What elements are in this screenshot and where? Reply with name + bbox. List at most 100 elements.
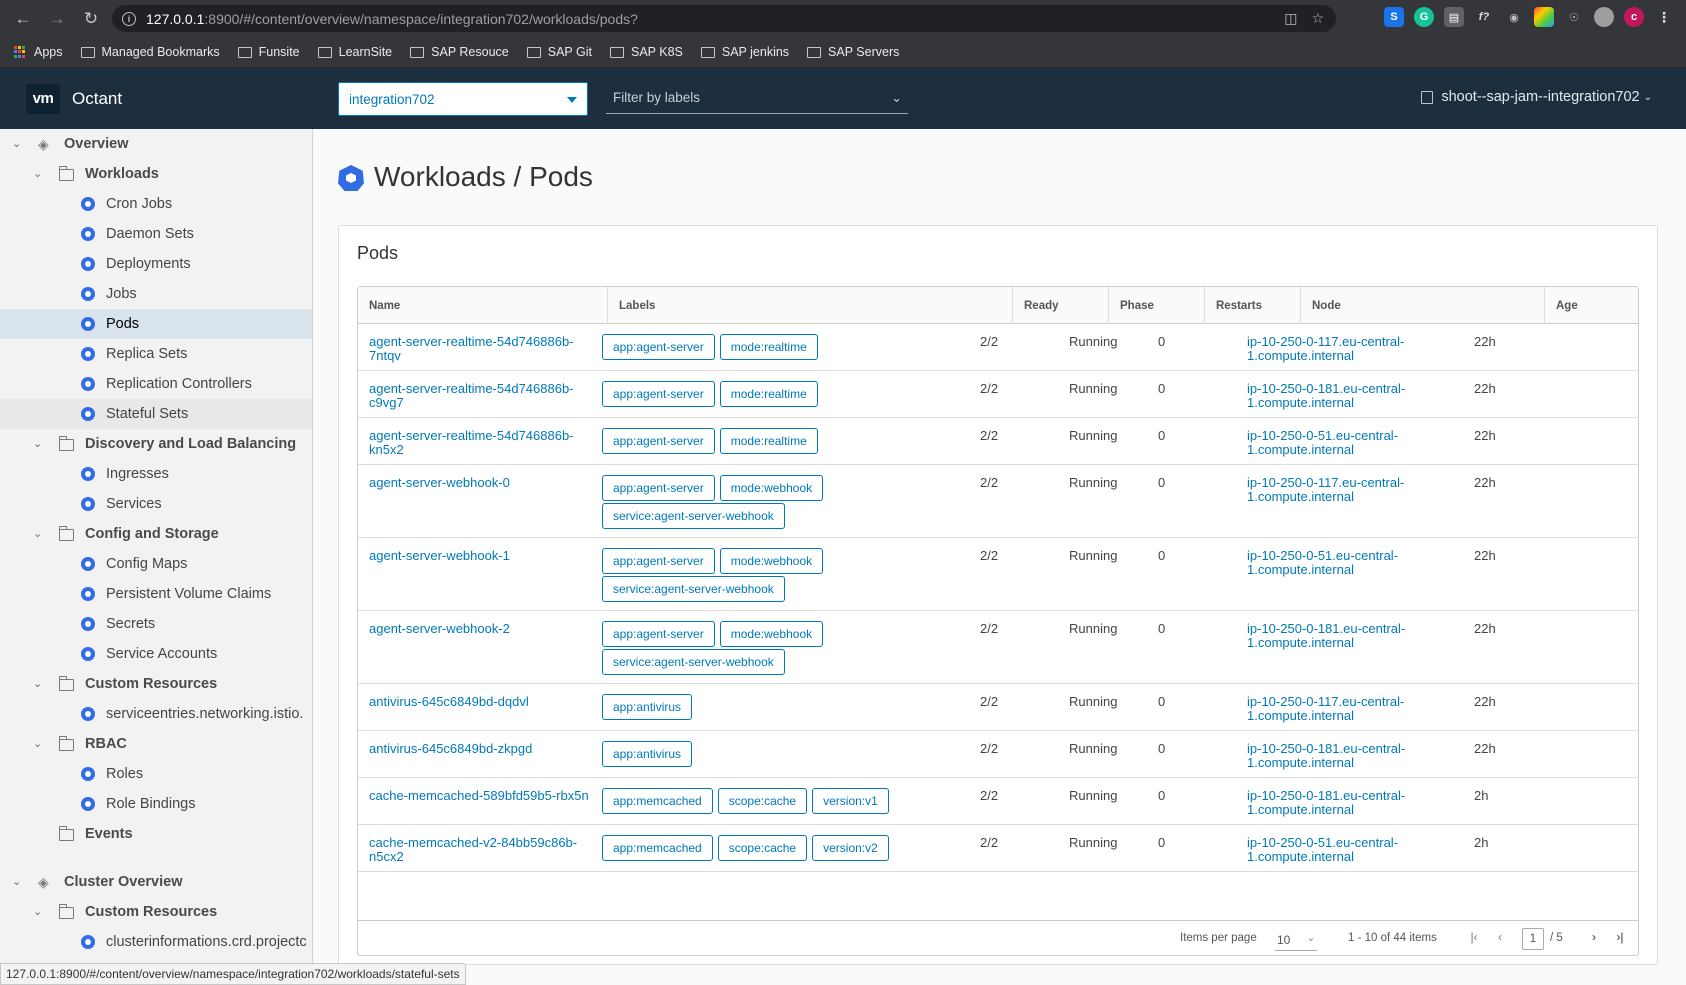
address-bar[interactable]: i 127.0.0.1:8900/#/content/overview/name… — [112, 5, 1336, 32]
namespace-select[interactable]: integration702 — [338, 82, 588, 116]
bookmark-folder[interactable]: Managed Bookmarks — [80, 45, 220, 59]
label-chip[interactable]: mode:realtime — [719, 428, 818, 454]
site-info-icon[interactable]: i — [122, 11, 136, 26]
label-chip[interactable]: version:v1 — [812, 788, 889, 814]
label-chip[interactable]: app:memcached — [602, 835, 713, 861]
column-header-labels[interactable]: Labels — [608, 287, 1013, 324]
label-chip[interactable]: mode:webhook — [719, 621, 824, 647]
back-arrow-icon[interactable]: ← — [12, 8, 34, 30]
label-chip[interactable]: app:antivirus — [602, 741, 693, 767]
bookmark-star-icon[interactable]: ☆ — [1311, 10, 1324, 27]
sidebar-item-workloads[interactable]: ⌄ Workloads — [0, 159, 312, 189]
sidebar-item-roles[interactable]: Roles — [0, 759, 312, 789]
column-header-name[interactable]: Name — [358, 287, 608, 324]
sidebar-item-clusterinformations[interactable]: clusterinformations.crd.projectc — [0, 927, 312, 957]
sidebar-item-custom-resources[interactable]: ⌄ Custom Resources — [0, 669, 312, 699]
profile-avatar[interactable]: c — [1624, 7, 1644, 27]
current-page-input[interactable]: 1 — [1522, 928, 1544, 950]
label-chip[interactable]: app:agent-server — [602, 621, 715, 647]
extension-camera-icon[interactable]: ◉ — [1504, 7, 1524, 27]
previous-page-icon[interactable]: ‹ — [1492, 930, 1508, 944]
extension-grammarly-icon[interactable]: G — [1414, 7, 1434, 27]
pod-name-link[interactable]: agent-server-realtime-54d746886b-kn5x2 — [369, 429, 591, 457]
sidebar-item-replication-controllers[interactable]: Replication Controllers — [0, 369, 312, 399]
pod-name-link[interactable]: cache-memcached-589bfd59b5-rbx5n — [369, 789, 591, 803]
column-header-restarts[interactable]: Restarts — [1205, 287, 1301, 324]
node-link[interactable]: ip-10-250-0-51.eu-central-1.compute.inte… — [1247, 429, 1417, 457]
extension-globe-icon[interactable]: ☉ — [1564, 7, 1584, 27]
label-chip[interactable]: app:agent-server — [602, 428, 715, 454]
label-chip[interactable]: service:agent-server-webhook — [602, 503, 785, 529]
node-link[interactable]: ip-10-250-0-117.eu-central-1.compute.int… — [1247, 335, 1417, 363]
pod-name-link[interactable]: agent-server-webhook-1 — [369, 549, 591, 563]
bookmark-apps[interactable]: Apps — [14, 45, 63, 59]
sidebar-item-config-maps[interactable]: Config Maps — [0, 549, 312, 579]
pod-name-link[interactable]: agent-server-webhook-0 — [369, 476, 591, 490]
extension-doc-icon[interactable]: ▤ — [1444, 7, 1464, 27]
label-chip[interactable]: app:memcached — [602, 788, 713, 814]
sidebar-item-events[interactable]: Events — [0, 819, 312, 849]
label-filter-input[interactable]: Filter by labels ⌄ — [606, 82, 908, 114]
bookmark-folder[interactable]: LearnSite — [317, 45, 392, 59]
pod-name-link[interactable]: agent-server-realtime-54d746886b-c9vg7 — [369, 382, 591, 410]
forward-arrow-icon[interactable]: → — [46, 8, 68, 30]
sidebar-item-service-accounts[interactable]: Service Accounts — [0, 639, 312, 669]
label-chip[interactable]: mode:webhook — [719, 548, 824, 574]
bookmark-folder[interactable]: SAP Resouce — [410, 45, 509, 59]
bookmark-folder[interactable]: SAP Git — [526, 45, 592, 59]
sidebar-item-daemon-sets[interactable]: Daemon Sets — [0, 219, 312, 249]
cast-icon[interactable]: ◫ — [1284, 10, 1297, 27]
sidebar-item-replica-sets[interactable]: Replica Sets — [0, 339, 312, 369]
sidebar-item-rbac[interactable]: ⌄ RBAC — [0, 729, 312, 759]
sidebar-item-pods[interactable]: Pods — [0, 309, 312, 339]
node-link[interactable]: ip-10-250-0-181.eu-central-1.compute.int… — [1247, 622, 1417, 650]
chevron-down-icon[interactable]: ⌄ — [33, 167, 43, 180]
menu-dots-icon[interactable]: ⋮ — [1654, 7, 1674, 27]
bookmark-folder[interactable]: SAP K8S — [609, 45, 683, 59]
sidebar-item-serviceentries[interactable]: serviceentries.networking.istio. — [0, 699, 312, 729]
label-chip[interactable]: service:agent-server-webhook — [602, 649, 785, 675]
extension-circle-icon[interactable] — [1594, 7, 1614, 27]
chevron-down-icon[interactable]: ⌄ — [33, 437, 43, 450]
node-link[interactable]: ip-10-250-0-51.eu-central-1.compute.inte… — [1247, 836, 1417, 864]
sidebar-item-cluster-custom-resources[interactable]: ⌄ Custom Resources — [0, 897, 312, 927]
pod-name-link[interactable]: cache-memcached-v2-84bb59c86b-n5cx2 — [369, 836, 591, 864]
sidebar-item-discovery[interactable]: ⌄ Discovery and Load Balancing — [0, 429, 312, 459]
label-chip[interactable]: app:agent-server — [602, 334, 715, 360]
label-chip[interactable]: app:agent-server — [602, 475, 715, 501]
items-per-page-select[interactable]: 10 ⌄ — [1275, 929, 1317, 951]
bookmark-folder[interactable]: SAP Servers — [807, 45, 899, 59]
column-header-ready[interactable]: Ready — [1013, 287, 1109, 324]
label-chip[interactable]: app:agent-server — [602, 381, 715, 407]
column-header-node[interactable]: Node — [1301, 287, 1545, 324]
label-chip[interactable]: mode:realtime — [719, 381, 818, 407]
node-link[interactable]: ip-10-250-0-181.eu-central-1.compute.int… — [1247, 742, 1417, 770]
bookmark-folder[interactable]: Funsite — [237, 45, 300, 59]
sidebar-item-cluster-overview[interactable]: ⌄ ◈ Cluster Overview — [0, 867, 312, 897]
sidebar-item-overview[interactable]: ⌄ ◈ Overview — [0, 129, 312, 159]
sidebar-item-config-storage[interactable]: ⌄ Config and Storage — [0, 519, 312, 549]
chevron-down-icon[interactable]: ⌄ — [33, 677, 43, 690]
label-chip[interactable]: app:antivirus — [602, 694, 693, 720]
sidebar-item-pvc[interactable]: Persistent Volume Claims — [0, 579, 312, 609]
label-chip[interactable]: scope:cache — [717, 835, 808, 861]
next-page-icon[interactable]: › — [1586, 930, 1602, 944]
pod-name-link[interactable]: antivirus-645c6849bd-zkpgd — [369, 742, 591, 756]
pod-name-link[interactable]: agent-server-webhook-2 — [369, 622, 591, 636]
node-link[interactable]: ip-10-250-0-181.eu-central-1.compute.int… — [1247, 382, 1417, 410]
chevron-down-icon[interactable]: ⌄ — [33, 737, 43, 750]
context-selector[interactable]: shoot--sap-jam--integration702 ⌄ — [1421, 89, 1652, 105]
sidebar-item-services[interactable]: Services — [0, 489, 312, 519]
node-link[interactable]: ip-10-250-0-51.eu-central-1.compute.inte… — [1247, 549, 1417, 577]
pod-name-link[interactable]: antivirus-645c6849bd-dqdvl — [369, 695, 591, 709]
bookmark-folder[interactable]: SAP jenkins — [700, 45, 789, 59]
reload-icon[interactable]: ↻ — [80, 8, 102, 30]
label-chip[interactable]: scope:cache — [717, 788, 808, 814]
first-page-icon[interactable]: |‹ — [1466, 930, 1482, 944]
column-header-age[interactable]: Age — [1545, 287, 1638, 324]
label-chip[interactable]: mode:webhook — [719, 475, 824, 501]
sidebar-item-ingresses[interactable]: Ingresses — [0, 459, 312, 489]
sidebar-item-stateful-sets[interactable]: Stateful Sets — [0, 399, 312, 429]
sidebar-item-deployments[interactable]: Deployments — [0, 249, 312, 279]
extension-fx-icon[interactable]: f? — [1474, 7, 1494, 27]
